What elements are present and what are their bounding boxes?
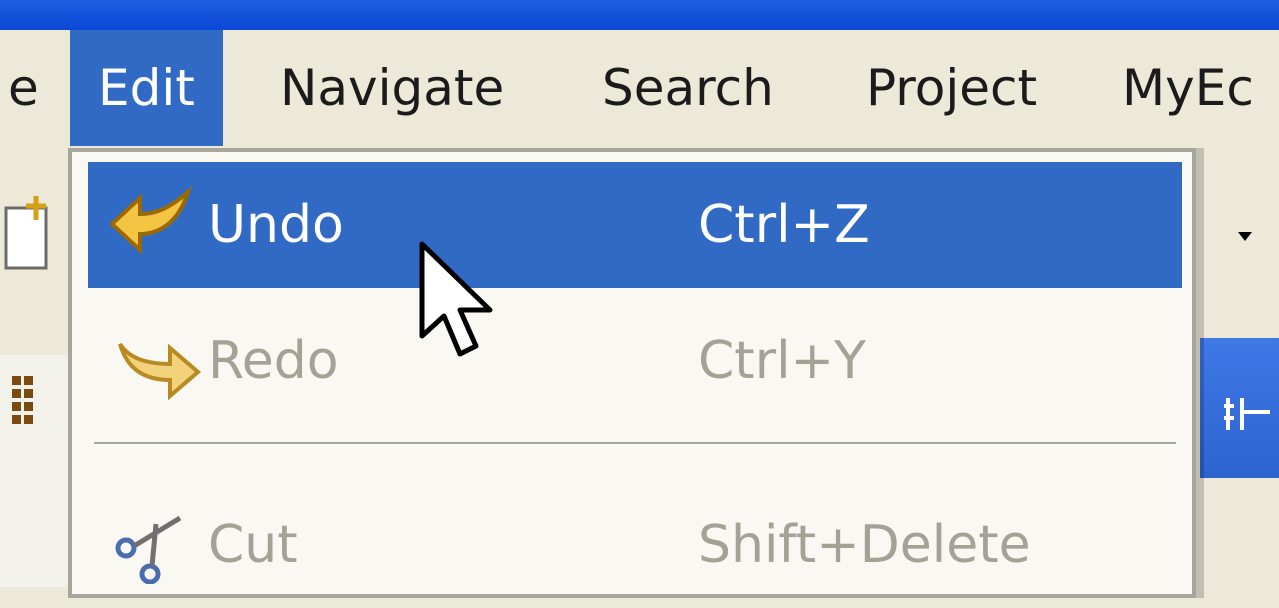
menu-file[interactable]: e [8,30,39,146]
redo-shortcut: Ctrl+Y [698,331,866,391]
menu-item-cut[interactable]: Cut Shift+Delete [88,482,1182,608]
mouse-cursor-icon [419,241,493,357]
menu-myeclipse[interactable]: MyEc [1122,30,1254,146]
cut-label: Cut [208,515,298,575]
new-file-icon[interactable] [0,190,52,278]
menu-navigate[interactable]: Navigate [280,30,504,146]
scissors-icon [115,515,182,584]
java-file-icon [1224,398,1270,430]
window-title-bar [0,0,1279,30]
edit-menu-dropdown: Undo Ctrl+Z Redo Ctrl+Y Cut Shift+Delete [68,148,1196,598]
undo-shortcut: Ctrl+Z [698,195,870,255]
undo-label: Undo [208,195,344,255]
menu-item-redo[interactable]: Redo Ctrl+Y [88,298,1182,424]
menu-project[interactable]: Project [866,30,1037,146]
menu-bar: e Edit Navigate Search Project MyEc [0,30,1279,146]
menu-search[interactable]: Search [602,30,774,146]
menu-item-undo[interactable]: Undo Ctrl+Z [88,162,1182,288]
grid-icon [12,376,33,424]
redo-label: Redo [208,331,339,391]
cut-shortcut: Shift+Delete [698,515,1031,575]
menu-edit[interactable]: Edit [70,30,223,146]
undo-arrow-icon [109,185,193,255]
menu-separator [94,442,1176,446]
toolbar-dropdown-arrow-icon[interactable] [1238,232,1252,241]
redo-arrow-icon [118,342,202,400]
